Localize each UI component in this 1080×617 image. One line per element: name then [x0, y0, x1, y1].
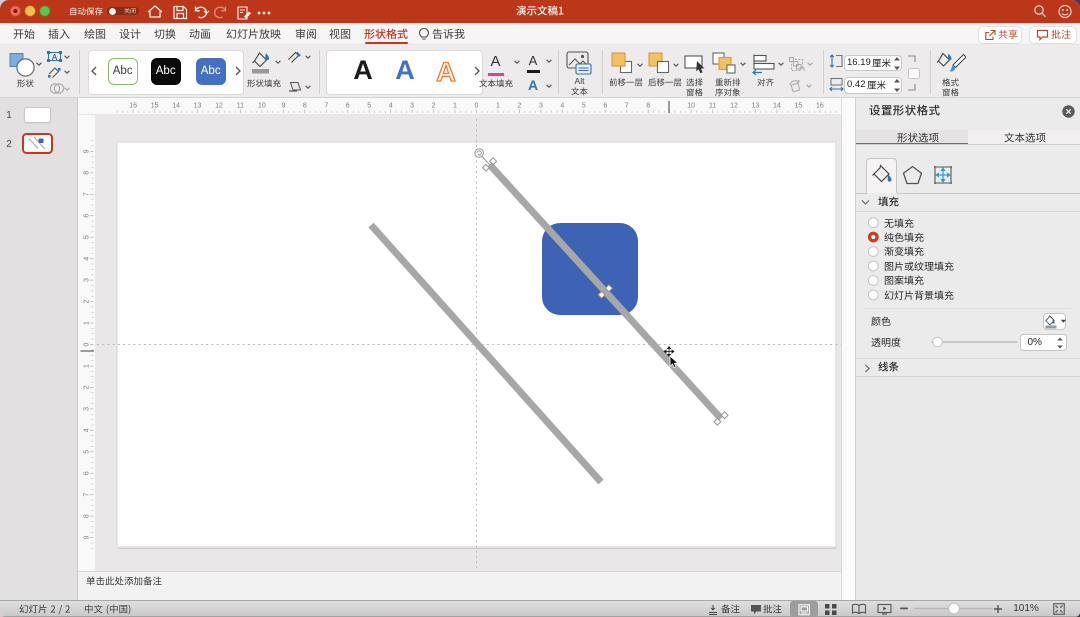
- svg-text:10: 10: [687, 103, 695, 110]
- svg-text:0: 0: [475, 103, 479, 110]
- svg-text:7: 7: [625, 103, 629, 110]
- svg-text:8: 8: [84, 171, 91, 175]
- svg-text:16: 16: [129, 103, 137, 110]
- svg-text:3: 3: [84, 407, 91, 411]
- svg-text:5: 5: [582, 103, 586, 110]
- svg-text:6: 6: [603, 103, 607, 110]
- svg-text:16: 16: [816, 103, 824, 110]
- svg-text:14: 14: [773, 103, 781, 110]
- svg-text:5: 5: [367, 103, 371, 110]
- svg-text:10: 10: [258, 103, 266, 110]
- svg-text:4: 4: [389, 103, 393, 110]
- svg-text:8: 8: [303, 103, 307, 110]
- svg-text:13: 13: [194, 103, 202, 110]
- svg-text:5: 5: [84, 235, 91, 239]
- svg-text:11: 11: [709, 103, 716, 110]
- svg-text:3: 3: [410, 103, 414, 110]
- svg-text:15: 15: [795, 103, 803, 110]
- svg-text:2: 2: [432, 103, 436, 110]
- svg-text:9: 9: [281, 103, 285, 110]
- svg-text:9: 9: [84, 149, 91, 153]
- svg-text:1: 1: [453, 103, 457, 110]
- svg-text:7: 7: [84, 493, 91, 497]
- svg-text:2: 2: [517, 103, 521, 110]
- svg-text:4: 4: [84, 257, 91, 261]
- svg-text:6: 6: [84, 471, 91, 475]
- svg-text:A: A: [52, 53, 58, 62]
- svg-text:1: 1: [84, 321, 91, 325]
- svg-text:1: 1: [84, 364, 91, 368]
- svg-text:2: 2: [84, 385, 91, 389]
- svg-text:11: 11: [237, 103, 244, 110]
- svg-text:3: 3: [539, 103, 543, 110]
- svg-text:9: 9: [84, 536, 91, 540]
- svg-text:8: 8: [84, 514, 91, 518]
- svg-text:5: 5: [84, 450, 91, 454]
- svg-text:12: 12: [730, 103, 738, 110]
- svg-text:4: 4: [84, 428, 91, 432]
- svg-text:15: 15: [151, 103, 159, 110]
- svg-text:4: 4: [560, 103, 564, 110]
- svg-text:6: 6: [84, 214, 91, 218]
- svg-text:0: 0: [84, 342, 91, 346]
- svg-text:12: 12: [215, 103, 223, 110]
- svg-text:6: 6: [346, 103, 350, 110]
- svg-text:7: 7: [84, 192, 91, 196]
- svg-text:13: 13: [752, 103, 760, 110]
- svg-text:7: 7: [324, 103, 328, 110]
- svg-text:14: 14: [172, 103, 180, 110]
- svg-text:2: 2: [84, 300, 91, 304]
- svg-text:3: 3: [84, 278, 91, 282]
- svg-text:8: 8: [646, 103, 650, 110]
- svg-text:1: 1: [496, 103, 500, 110]
